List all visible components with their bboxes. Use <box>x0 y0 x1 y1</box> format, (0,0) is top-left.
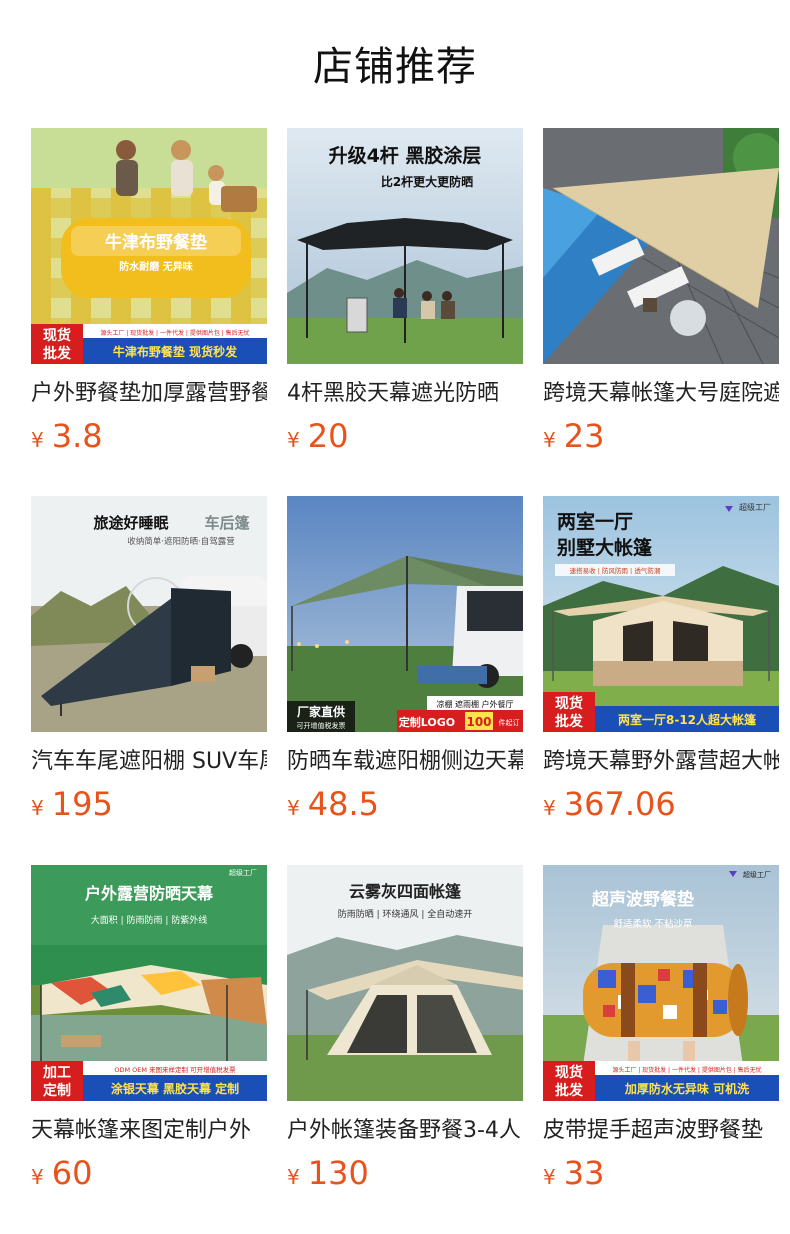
car-awning-photo: 旅途好睡眠 车后篷 收纳简单·遮阳防晒·自驾露营 <box>31 496 267 732</box>
svg-text:超声波野餐垫: 超声波野餐垫 <box>592 889 694 910</box>
price-value: 23 <box>563 417 605 455</box>
sun-shade-sail-photo <box>543 128 779 364</box>
car-side-awning-photo: 厂家直供 可开增值税发票 凉棚 遮雨棚 户外餐厅 定制LOGO 100 件起订 <box>287 496 523 732</box>
product-name[interactable]: 跨境天幕野外露营超大帐篷 <box>543 746 779 778</box>
product-name[interactable]: 天幕帐篷来图定制户外 <box>31 1115 267 1147</box>
svg-text:超级工厂: 超级工厂 <box>229 868 257 877</box>
svg-text:牛津布野餐垫: 牛津布野餐垫 <box>105 232 207 253</box>
svg-text:收纳简单·遮阳防晒·自驾露营: 收纳简单·遮阳防晒·自驾露营 <box>127 536 234 547</box>
svg-text:定制: 定制 <box>43 1082 71 1099</box>
product-name[interactable]: 汽车车尾遮阳棚 SUV车尾帐 <box>31 746 267 778</box>
product-name[interactable]: 防晒车载遮阳棚侧边天幕 <box>287 746 523 778</box>
svg-text:舒适柔软 不粘沙草: 舒适柔软 不粘沙草 <box>613 918 692 930</box>
currency-symbol: ¥ <box>31 796 44 820</box>
product-price: ¥48.5 <box>287 784 379 824</box>
svg-text:云雾灰四面帐篷: 云雾灰四面帐篷 <box>349 882 462 901</box>
product-name[interactable]: 跨境天幕帐篷大号庭院遮阳 <box>543 378 779 410</box>
svg-text:加工: 加工 <box>42 1065 71 1081</box>
price-value: 367.06 <box>563 785 676 823</box>
currency-symbol: ¥ <box>543 1165 556 1189</box>
product-price: ¥60 <box>31 1153 92 1193</box>
product-price: ¥195 <box>31 784 113 824</box>
svg-text:现货: 现货 <box>555 1064 583 1081</box>
product-image[interactable]: 两室一厅 别墅大帐篷 超级工厂 速搭易收 | 防风防雨 | 透气防潮 现货 批发… <box>543 496 779 732</box>
product-price: ¥20 <box>287 416 348 456</box>
price-value: 20 <box>307 417 349 455</box>
price-value: 48.5 <box>307 785 379 823</box>
product-image[interactable]: 厂家直供 可开增值税发票 凉棚 遮雨棚 户外餐厅 定制LOGO 100 件起订 <box>287 496 523 732</box>
svg-text:批发: 批发 <box>555 1082 584 1099</box>
currency-symbol: ¥ <box>31 428 44 452</box>
svg-text:速搭易收 | 防风防雨 | 透气防潮: 速搭易收 | 防风防雨 | 透气防潮 <box>570 566 661 575</box>
svg-text:防水耐磨 无异味: 防水耐磨 无异味 <box>119 260 192 273</box>
price-value: 33 <box>563 1154 605 1192</box>
product-image[interactable]: 升级4杆 黑胶涂层 比2杆更大更防晒 <box>287 128 523 364</box>
product-price: ¥23 <box>543 416 604 456</box>
svg-text:别墅大帐篷: 别墅大帐篷 <box>556 536 653 559</box>
currency-symbol: ¥ <box>543 796 556 820</box>
svg-text:比2杆更大更防晒: 比2杆更大更防晒 <box>381 174 473 189</box>
svg-text:两室一厅: 两室一厅 <box>557 510 633 533</box>
product-image[interactable]: 户外露营防晒天幕 大面积 | 防雨防雨 | 防紫外线 超级工厂 加工 定制 OD… <box>31 865 267 1101</box>
svg-text:升级4杆 黑胶涂层: 升级4杆 黑胶涂层 <box>329 144 482 167</box>
rolled-mat-photo: 超声波野餐垫 舒适柔软 不粘沙草 超级工厂 现货 批发 源头工厂 | 现货批发 … <box>543 865 779 1101</box>
picnic-mat-photo: 牛津布野餐垫 防水耐磨 无异味 现货 批发 源头工厂 | 现货批发 | 一件代发… <box>31 128 267 364</box>
product-price: ¥33 <box>543 1153 604 1193</box>
currency-symbol: ¥ <box>543 428 556 452</box>
svg-text:ODM OEM 来图来样定制 可开增值税发票: ODM OEM 来图来样定制 可开增值税发票 <box>114 1065 236 1074</box>
svg-text:涂银天幕 黑胶天幕 定制: 涂银天幕 黑胶天幕 定制 <box>111 1081 239 1096</box>
svg-text:旅途好睡眠: 旅途好睡眠 <box>93 514 168 532</box>
svg-text:超级工厂: 超级工厂 <box>743 870 771 879</box>
currency-symbol: ¥ <box>31 1165 44 1189</box>
product-name[interactable]: 户外野餐垫加厚露营野餐垫 <box>31 378 267 410</box>
svg-text:定制LOGO: 定制LOGO <box>399 715 455 729</box>
canopy-photo: 升级4杆 黑胶涂层 比2杆更大更防晒 <box>287 128 523 364</box>
svg-text:凉棚 遮雨棚 户外餐厅: 凉棚 遮雨棚 户外餐厅 <box>436 699 513 709</box>
svg-text:现货: 现货 <box>555 695 583 712</box>
svg-text:现货: 现货 <box>43 327 71 344</box>
currency-symbol: ¥ <box>287 428 300 452</box>
svg-text:防雨防晒 | 环绕通风 | 全自动速开: 防雨防晒 | 环绕通风 | 全自动速开 <box>338 908 473 920</box>
auto-tent-photo: 云雾灰四面帐篷 防雨防晒 | 环绕通风 | 全自动速开 <box>287 865 523 1101</box>
product-price: ¥3.8 <box>31 416 103 456</box>
product-name[interactable]: 4杆黑胶天幕遮光防晒 <box>287 378 523 410</box>
price-value: 60 <box>51 1154 93 1192</box>
custom-canopy-photo: 户外露营防晒天幕 大面积 | 防雨防雨 | 防紫外线 超级工厂 加工 定制 OD… <box>31 865 267 1101</box>
price-value: 195 <box>51 785 113 823</box>
svg-text:源头工厂 | 现货批发 | 一件代发 | 提供图片包 | 售: 源头工厂 | 现货批发 | 一件代发 | 提供图片包 | 售后无忧 <box>100 329 249 337</box>
svg-text:两室一厅8-12人超大帐篷: 两室一厅8-12人超大帐篷 <box>618 712 757 727</box>
svg-text:可开增值税发票: 可开增值税发票 <box>297 721 346 730</box>
page-title: 店铺推荐 <box>313 44 477 90</box>
svg-text:大面积 | 防雨防雨 | 防紫外线: 大面积 | 防雨防雨 | 防紫外线 <box>91 914 208 926</box>
currency-symbol: ¥ <box>287 1165 300 1189</box>
product-image[interactable] <box>543 128 779 364</box>
product-price: ¥130 <box>287 1153 369 1193</box>
svg-text:超级工厂: 超级工厂 <box>739 502 771 512</box>
svg-text:批发: 批发 <box>555 713 584 730</box>
product-name[interactable]: 户外帐篷装备野餐3-4人 <box>287 1115 523 1147</box>
svg-text:件起订: 件起订 <box>499 718 520 727</box>
svg-text:加厚防水无异味 可机洗: 加厚防水无异味 可机洗 <box>624 1081 749 1096</box>
price-value: 3.8 <box>51 417 103 455</box>
svg-text:车后篷: 车后篷 <box>204 514 250 532</box>
product-image[interactable]: 牛津布野餐垫 防水耐磨 无异味 现货 批发 源头工厂 | 现货批发 | 一件代发… <box>31 128 267 364</box>
product-image[interactable]: 超声波野餐垫 舒适柔软 不粘沙草 超级工厂 现货 批发 源头工厂 | 现货批发 … <box>543 865 779 1101</box>
svg-text:批发: 批发 <box>43 345 72 362</box>
svg-text:源头工厂 | 现货批发 | 一件代发 | 提供图片包 | 售: 源头工厂 | 现货批发 | 一件代发 | 提供图片包 | 售后无忧 <box>612 1066 761 1074</box>
product-image[interactable]: 旅途好睡眠 车后篷 收纳简单·遮阳防晒·自驾露营 <box>31 496 267 732</box>
price-value: 130 <box>307 1154 369 1192</box>
cabin-tent-photo: 两室一厅 别墅大帐篷 超级工厂 速搭易收 | 防风防雨 | 透气防潮 现货 批发… <box>543 496 779 732</box>
svg-text:户外露营防晒天幕: 户外露营防晒天幕 <box>85 884 214 903</box>
svg-text:厂家直供: 厂家直供 <box>297 704 345 719</box>
svg-text:100: 100 <box>466 715 491 729</box>
product-name[interactable]: 皮带提手超声波野餐垫 <box>543 1115 779 1147</box>
product-price: ¥367.06 <box>543 784 676 824</box>
svg-text:牛津布野餐垫 现货秒发: 牛津布野餐垫 现货秒发 <box>113 344 238 359</box>
product-image[interactable]: 云雾灰四面帐篷 防雨防晒 | 环绕通风 | 全自动速开 <box>287 865 523 1101</box>
currency-symbol: ¥ <box>287 796 300 820</box>
